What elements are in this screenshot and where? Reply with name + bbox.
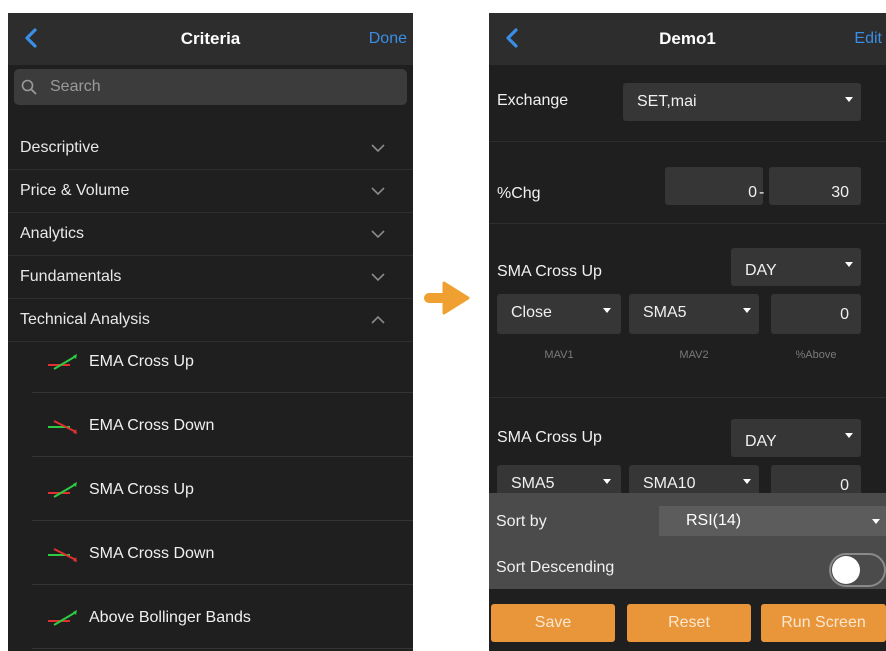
mav1-select[interactable]: Close xyxy=(497,294,621,334)
cross-down-icon xyxy=(48,548,77,562)
mav2-value: SMA10 xyxy=(643,475,696,492)
range-separator: - xyxy=(759,184,765,201)
category-label: Descriptive xyxy=(20,139,100,156)
period-select[interactable]: DAY xyxy=(731,248,861,286)
period-value: DAY xyxy=(745,433,777,450)
criteria-item-label: SMA Cross Down xyxy=(89,545,215,562)
period-select[interactable]: DAY xyxy=(731,419,861,457)
mav1-value: Close xyxy=(511,304,552,321)
above-caption: %Above xyxy=(795,349,837,361)
save-button[interactable]: Save xyxy=(491,604,615,642)
category-label: Fundamentals xyxy=(20,268,122,285)
divider xyxy=(489,397,886,398)
sort-by-select[interactable]: RSI(14) xyxy=(659,506,886,536)
dropdown-caret-icon xyxy=(603,308,611,313)
page-title: Demo1 xyxy=(659,29,716,48)
divider xyxy=(489,223,886,224)
criteria-item-label: EMA Cross Down xyxy=(89,417,215,434)
dropdown-caret-icon xyxy=(603,479,611,484)
cross-down-icon xyxy=(48,420,77,434)
category-label: Analytics xyxy=(20,225,85,242)
chg-from-input[interactable]: 0 xyxy=(665,167,763,205)
criteria-sma-cross-up-label: SMA Cross Up xyxy=(497,429,602,446)
dropdown-caret-icon xyxy=(743,479,751,484)
dropdown-caret-icon xyxy=(845,433,853,438)
criteria-item-ema-cross-down[interactable]: EMA Cross Down xyxy=(32,393,413,457)
run-screen-button[interactable]: Run Screen xyxy=(761,604,886,642)
search-icon xyxy=(21,79,37,95)
toggle-knob xyxy=(832,556,860,584)
exchange-label: Exchange xyxy=(497,92,569,109)
category-analytics[interactable]: Analytics xyxy=(8,213,413,256)
reset-button[interactable]: Reset xyxy=(627,604,751,642)
dropdown-caret-icon xyxy=(845,262,853,267)
chevron-up-icon xyxy=(371,315,385,324)
page-title: Criteria xyxy=(180,29,241,48)
dropdown-caret-icon xyxy=(743,308,751,313)
criteria-item-ema-cross-up[interactable]: EMA Cross Up xyxy=(32,329,413,393)
criteria-item-sma-cross-down[interactable]: SMA Cross Down xyxy=(32,521,413,585)
search-bar[interactable] xyxy=(14,69,407,105)
chg-to-value: 30 xyxy=(831,184,849,201)
sort-by-value: RSI(14) xyxy=(686,512,742,529)
criteria-screen: Criteria Done Descriptive Price & Volume… xyxy=(8,13,413,651)
criteria-item-above-bollinger[interactable]: Above Bollinger Bands xyxy=(32,585,413,649)
category-price-volume[interactable]: Price & Volume xyxy=(8,170,413,213)
demo-nav-bar: Demo1 Edit xyxy=(489,13,886,65)
cross-up-icon xyxy=(48,482,77,498)
criteria-item-sma-cross-up[interactable]: SMA Cross Up xyxy=(32,457,413,521)
category-descriptive[interactable]: Descriptive xyxy=(8,127,413,170)
chg-label: %Chg xyxy=(497,185,541,202)
period-value: DAY xyxy=(745,262,777,279)
sort-panel: Sort by RSI(14) Sort Descending xyxy=(489,493,886,589)
mav2-caption: MAV2 xyxy=(679,349,709,361)
action-bar: Save Reset Run Screen xyxy=(489,589,886,651)
criteria-item-label: SMA Cross Up xyxy=(89,481,194,498)
search-input[interactable] xyxy=(50,75,390,99)
mav1-value: SMA5 xyxy=(511,475,555,492)
criteria-sma-cross-up-label: SMA Cross Up xyxy=(497,263,602,280)
exchange-value: SET,mai xyxy=(637,93,697,110)
chevron-down-icon xyxy=(371,187,385,196)
above-value: 0 xyxy=(840,306,849,323)
category-label: Price & Volume xyxy=(20,182,130,199)
chg-from-value: 0 xyxy=(748,184,757,201)
criteria-item-label: Above Bollinger Bands xyxy=(89,609,251,626)
criteria-nav-bar: Criteria Done xyxy=(8,13,413,65)
dropdown-caret-icon xyxy=(872,519,880,524)
chevron-down-icon xyxy=(371,230,385,239)
above-input[interactable]: 0 xyxy=(771,294,861,334)
arrow-right-icon xyxy=(424,281,470,315)
chevron-down-icon xyxy=(371,273,385,282)
chevron-down-icon xyxy=(371,144,385,153)
cross-up-icon xyxy=(48,610,77,626)
mav1-caption: MAV1 xyxy=(544,349,574,361)
sort-by-label: Sort by xyxy=(496,513,547,530)
exchange-select[interactable]: SET,mai xyxy=(623,83,861,121)
done-button[interactable]: Done xyxy=(369,30,407,48)
cross-up-icon xyxy=(48,354,77,370)
divider xyxy=(489,141,886,142)
criteria-item-label: EMA Cross Up xyxy=(89,353,194,370)
category-label: Technical Analysis xyxy=(20,311,150,328)
dropdown-caret-icon xyxy=(845,97,853,102)
mav2-value: SMA5 xyxy=(643,304,687,321)
edit-button[interactable]: Edit xyxy=(854,30,882,48)
mav2-select[interactable]: SMA5 xyxy=(629,294,759,334)
sort-descending-toggle[interactable] xyxy=(829,553,886,587)
screen-demo1: Demo1 Edit Exchange SET,mai %Chg 0 - 30 … xyxy=(489,13,886,651)
sort-descending-label: Sort Descending xyxy=(496,559,615,576)
category-fundamentals[interactable]: Fundamentals xyxy=(8,256,413,299)
chg-to-input[interactable]: 30 xyxy=(769,167,861,205)
